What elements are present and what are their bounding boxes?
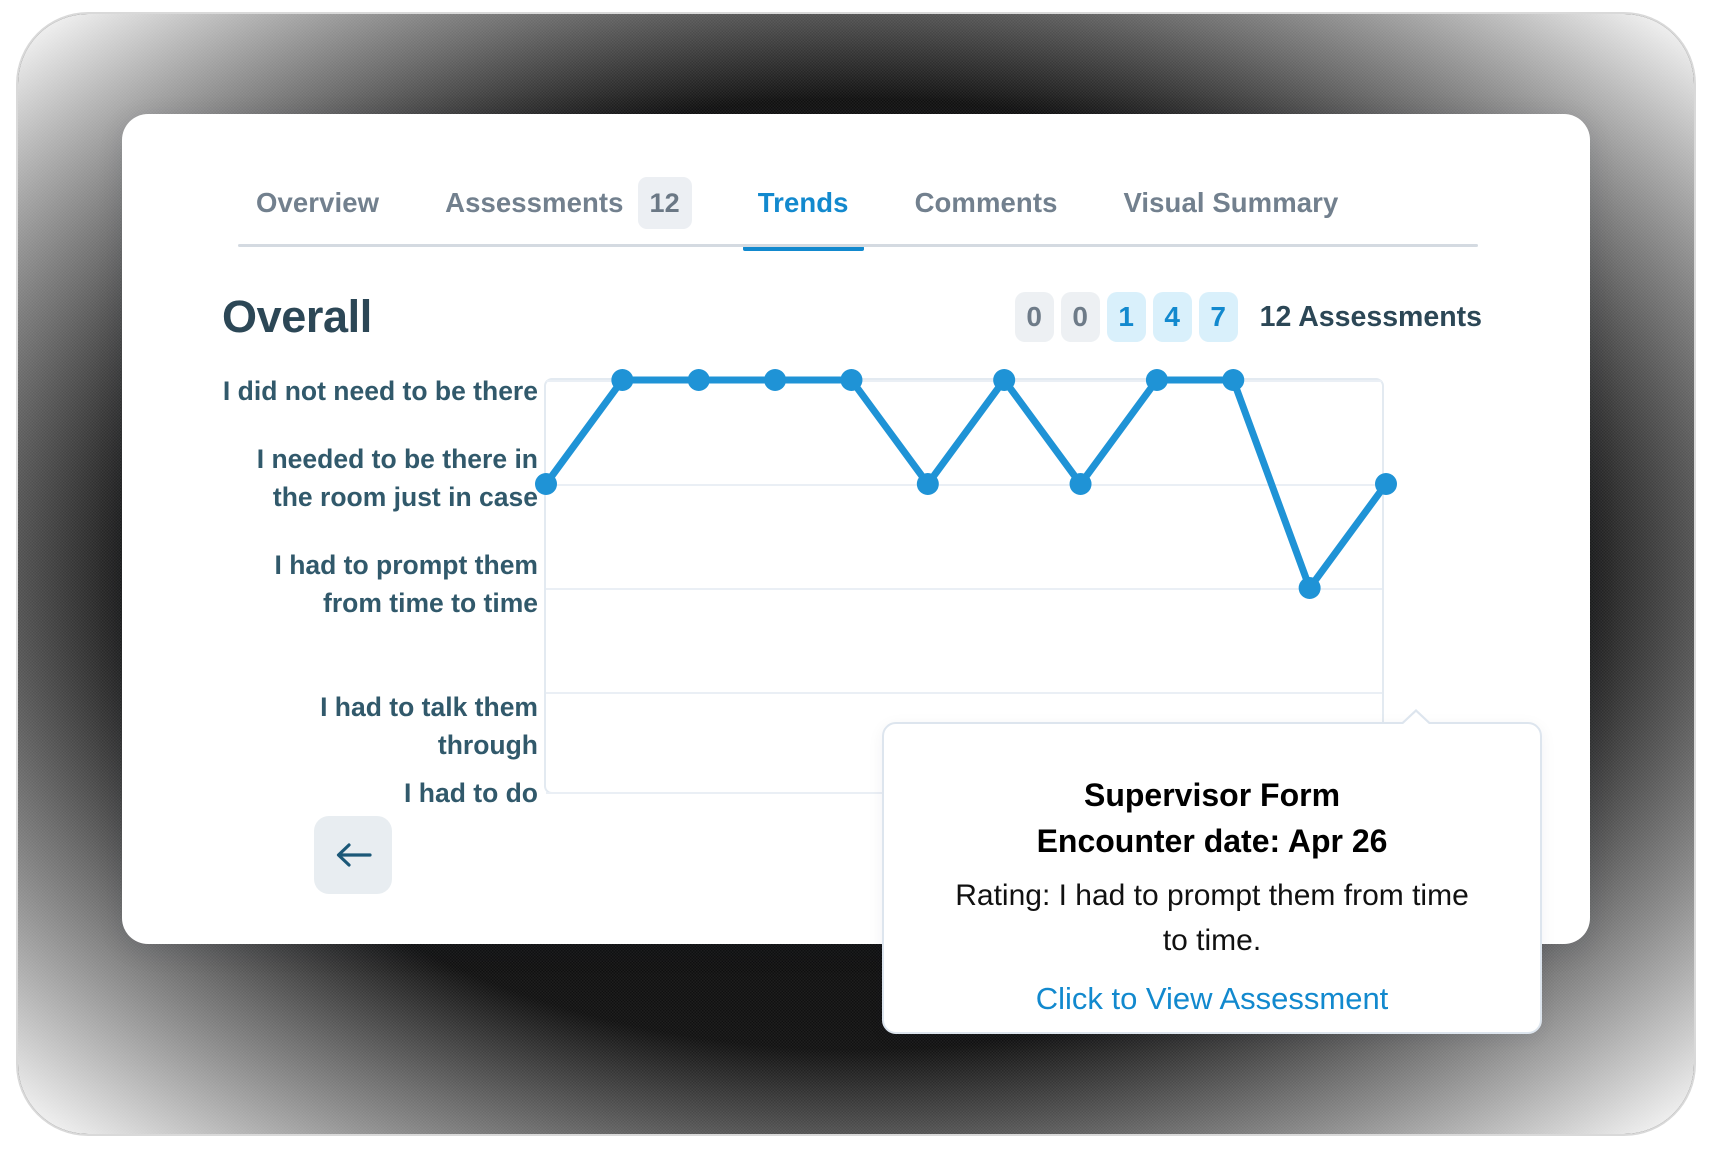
data-point[interactable] xyxy=(840,369,863,391)
data-point[interactable] xyxy=(764,369,787,391)
tab-assessments-label: Assessments xyxy=(445,187,624,218)
data-point[interactable] xyxy=(1222,369,1245,391)
rating-chip-4[interactable]: 4 xyxy=(1152,292,1192,342)
tooltip-view-assessment-link[interactable]: Click to View Assessment xyxy=(1036,981,1389,1017)
screenshot-root: Overview Assessments 12 Trends Comments … xyxy=(0,0,1712,1156)
tooltip-title: Supervisor Form xyxy=(1083,777,1341,813)
data-point[interactable] xyxy=(687,369,710,391)
series-line xyxy=(542,376,1390,592)
page-title: Overall xyxy=(222,291,372,342)
y-tick-label-5: I did not need to be there xyxy=(222,376,538,406)
rating-chip-1[interactable]: 0 xyxy=(1014,292,1054,342)
tab-trends-label: Trends xyxy=(757,187,849,218)
app-card: Overview Assessments 12 Trends Comments … xyxy=(122,114,1590,1034)
y-tick-label-3: I had to prompt them from time to time xyxy=(274,550,538,619)
tab-visual-summary-label: Visual Summary xyxy=(1123,187,1339,218)
data-point[interactable] xyxy=(1298,577,1321,599)
y-tick-label-2: I had to talk them through xyxy=(320,692,538,761)
tab-comments[interactable]: Comments xyxy=(882,164,1091,242)
tab-bar: Overview Assessments 12 Trends Comments … xyxy=(238,164,1371,251)
tooltip-rating: Rating: I had to prompt them from time t… xyxy=(955,878,1469,957)
rating-chip-2[interactable]: 0 xyxy=(1060,292,1100,342)
data-point[interactable] xyxy=(916,473,939,495)
point-tooltip[interactable]: Supervisor Form Encounter date: Apr 26 R… xyxy=(882,709,1542,1034)
assessments-total-label: 12 Assessments xyxy=(1259,300,1482,333)
section-header: Overall 0 0 1 4 7 12 Assessments xyxy=(222,282,1482,352)
rating-counters: 0 0 1 4 7 12 Assessments xyxy=(1014,292,1482,342)
y-axis-labels: I did not need to be there I needed to b… xyxy=(218,364,538,808)
arrow-left-icon xyxy=(336,843,372,867)
y-tick-label-1: I had to do xyxy=(404,778,538,808)
data-point[interactable] xyxy=(1375,473,1397,495)
rating-chip-3[interactable]: 1 xyxy=(1106,292,1146,342)
data-point[interactable] xyxy=(611,369,634,391)
tab-comments-label: Comments xyxy=(914,187,1058,218)
rating-chip-5[interactable]: 7 xyxy=(1198,292,1238,342)
data-point[interactable] xyxy=(1069,473,1092,495)
data-point[interactable] xyxy=(1145,369,1168,391)
tab-assessments[interactable]: Assessments 12 xyxy=(412,164,725,242)
tab-overview-label: Overview xyxy=(256,187,380,218)
tab-assessments-count: 12 xyxy=(637,177,692,229)
y-tick-label-4: I needed to be there in the room just in… xyxy=(256,444,538,513)
back-button[interactable] xyxy=(314,816,392,894)
rating-chip-group: 0 0 1 4 7 xyxy=(1014,292,1238,342)
data-point[interactable] xyxy=(535,473,557,495)
tab-overview[interactable]: Overview xyxy=(238,164,412,242)
data-point[interactable] xyxy=(993,369,1016,391)
tab-trends[interactable]: Trends xyxy=(725,164,882,251)
tab-visual-summary[interactable]: Visual Summary xyxy=(1090,164,1371,242)
tab-bar-divider xyxy=(238,244,1478,247)
tooltip-encounter-date: Encounter date: Apr 26 xyxy=(1036,823,1388,860)
